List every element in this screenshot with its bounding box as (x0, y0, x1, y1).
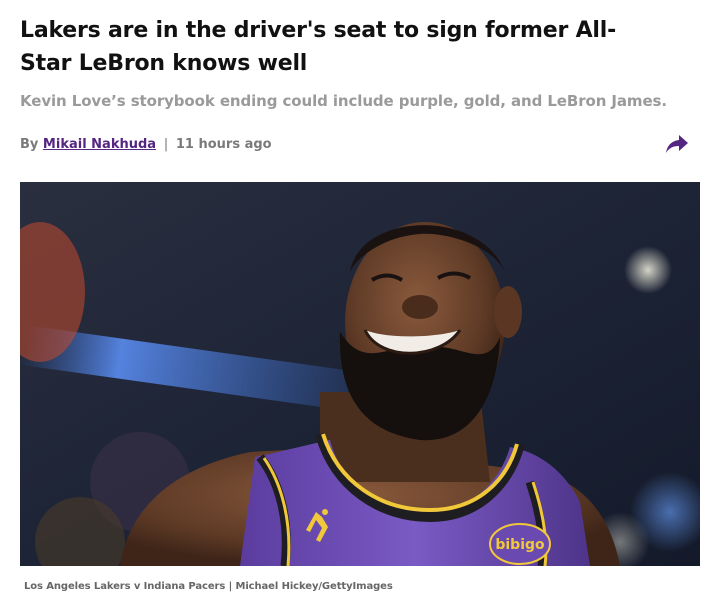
image-caption: Los Angeles Lakers v Indiana Pacers | Mi… (24, 581, 393, 592)
share-arrow-icon (666, 135, 688, 153)
timestamp: 11 hours ago (175, 136, 272, 152)
jersey-patch-text: bibigo (495, 537, 545, 553)
article-hero-image: bibigo (20, 182, 700, 566)
share-button[interactable] (664, 133, 690, 155)
author-link[interactable]: Mikail Nakhuda (43, 137, 156, 152)
byline-prefix: By (20, 136, 39, 152)
article-header: Lakers are in the driver's seat to sign … (20, 14, 700, 157)
byline-separator: | (163, 136, 169, 152)
byline: By Mikail Nakhuda | 11 hours ago (20, 137, 272, 152)
article-headline: Lakers are in the driver's seat to sign … (20, 18, 617, 76)
byline-row: By Mikail Nakhuda | 11 hours ago (20, 131, 700, 157)
article-subheadline: Kevin Love’s storybook ending could incl… (20, 92, 667, 110)
player-photo: bibigo (20, 182, 700, 566)
